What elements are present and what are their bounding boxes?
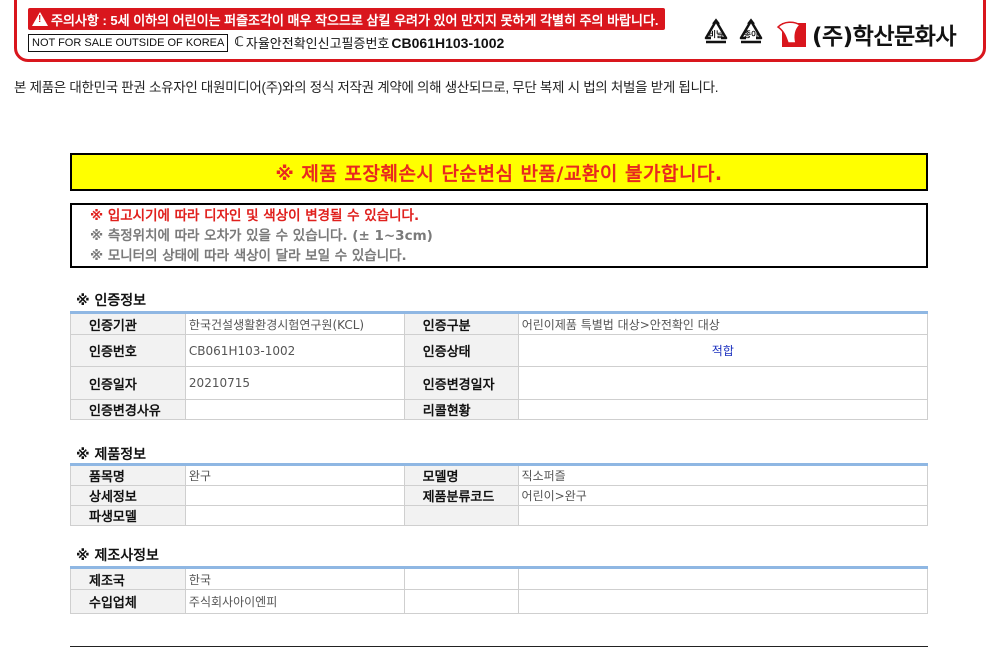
detail-info-key: 상세정보 xyxy=(70,485,186,506)
cert-agency-value: 한국건설생활환경시험연구원(KCL) xyxy=(184,312,405,335)
empty-cell xyxy=(517,567,929,590)
cert-number-value: CB061H103-1002 xyxy=(184,334,405,367)
table-row: 상세정보 제품분류코드 어린이>완구 xyxy=(70,485,929,506)
model-name-value: 직소퍼즐 xyxy=(517,464,929,486)
table-row: 제조국 한국 xyxy=(70,567,929,590)
cert-number-label: 자율안전확인신고필증번호 xyxy=(245,36,390,51)
return-policy-notice: ※ 제품 포장훼손시 단순변심 반품/교환이 불가합니다. xyxy=(70,153,928,191)
empty-cell xyxy=(517,589,929,614)
cert-number-key: 인증번호 xyxy=(70,334,186,367)
certification-table: 인증기관 한국건설생활환경시험연구원(KCL) 인증구분 어린이제품 특별법 대… xyxy=(70,311,929,420)
country-value: 한국 xyxy=(184,567,405,590)
warning-icon xyxy=(32,12,48,26)
model-name-key: 모델명 xyxy=(403,464,519,486)
table-row: 인증변경사유 리콜현황 xyxy=(70,399,929,420)
notice-line: ※ 입고시기에 따라 디자인 및 색상이 변경될 수 있습니다. xyxy=(90,208,420,224)
cert-status-value: 적합 xyxy=(517,334,929,367)
cert-status-key: 인증상태 xyxy=(403,334,519,367)
empty-cell xyxy=(403,589,519,614)
country-key: 제조국 xyxy=(70,567,186,590)
empty-key xyxy=(403,505,519,526)
empty-cell xyxy=(403,567,519,590)
recall-status-value xyxy=(517,399,929,420)
cert-change-reason-value xyxy=(184,399,405,420)
cert-number-code: CB061H103-1002 xyxy=(391,34,505,51)
brand-logo: (주)학산문화사 xyxy=(776,17,956,51)
derived-model-value xyxy=(184,505,405,526)
item-name-value: 완구 xyxy=(184,464,405,486)
recycle-icon: 종이 xyxy=(735,18,767,50)
table-row: 인증기관 한국건설생활환경시험연구원(KCL) 인증구분 어린이제품 특별법 대… xyxy=(70,312,929,335)
not-for-sale-label: NOT FOR SALE OUTSIDE OF KOREA xyxy=(28,33,229,52)
table-row: 파생모델 xyxy=(70,505,929,526)
detail-info-value xyxy=(184,485,405,506)
manufacturer-table: 제조국 한국 수입업체 주식회사아이엔피 xyxy=(70,566,929,614)
importer-value: 주식회사아이엔피 xyxy=(184,589,405,614)
derived-model-key: 파생모델 xyxy=(70,505,186,526)
item-name-key: 품목명 xyxy=(70,464,186,486)
safety-warning-text: 주의사항 : 5세 이하의 어린이는 퍼즐조각이 매우 작으므로 삼킬 우려가 … xyxy=(51,12,659,28)
cert-type-value: 어린이제품 특별법 대상>안전확인 대상 xyxy=(517,312,929,335)
cert-change-reason-key: 인증변경사유 xyxy=(70,399,186,420)
cert-type-key: 인증구분 xyxy=(403,312,519,335)
recycle-icon: 비닐 xyxy=(700,18,732,50)
cert-date-key: 인증일자 xyxy=(70,366,186,400)
product-notice-list: ※ 입고시기에 따라 디자인 및 색상이 변경될 수 있습니다. ※ 측정위치에… xyxy=(70,203,928,268)
empty-value xyxy=(517,505,929,526)
recycle-marks: 비닐 종이 (주)학산문화사 xyxy=(700,17,956,51)
table-row: 인증번호 CB061H103-1002 인증상태 적합 xyxy=(70,334,929,367)
recycle-label-paper: 종이 xyxy=(743,30,759,39)
cert-agency-key: 인증기관 xyxy=(70,312,186,335)
kc-mark-icon: ℂ xyxy=(234,35,244,50)
recycle-label-vinyl: 비닐 xyxy=(708,30,724,39)
importer-key: 수입업체 xyxy=(70,589,186,614)
manufacturer-section-title: ※ 제조사정보 xyxy=(76,548,159,564)
table-row: 품목명 완구 모델명 직소퍼즐 xyxy=(70,464,929,486)
category-code-value: 어린이>완구 xyxy=(517,485,929,506)
category-code-key: 제품분류코드 xyxy=(403,485,519,506)
brand-logo-icon xyxy=(776,21,806,47)
copyright-notice: 본 제품은 대한민국 판권 소유자인 대원미디어(주)와의 정식 저작권 계약에… xyxy=(14,80,719,95)
product-table: 품목명 완구 모델명 직소퍼즐 상세정보 제품분류코드 어린이>완구 파생모델 xyxy=(70,463,929,526)
product-section-title: ※ 제품정보 xyxy=(76,447,147,463)
cert-date-value: 20210715 xyxy=(184,366,405,400)
recall-status-key: 리콜현황 xyxy=(403,399,519,420)
cert-change-date-value xyxy=(517,366,929,400)
notice-line: ※ 측정위치에 따라 오차가 있을 수 있습니다. (± 1~3cm) xyxy=(90,228,433,244)
cert-change-date-key: 인증변경일자 xyxy=(403,366,519,400)
certification-line: NOT FOR SALE OUTSIDE OF KOREA ℂ 자율안전확인신고… xyxy=(28,33,504,52)
notice-line: ※ 모니터의 상태에 따라 색상이 달라 보일 수 있습니다. xyxy=(90,248,407,264)
table-row: 수입업체 주식회사아이엔피 xyxy=(70,589,929,614)
brand-name: (주)학산문화사 xyxy=(812,24,956,50)
certification-section-title: ※ 인증정보 xyxy=(76,293,147,309)
safety-warning-bar: 주의사항 : 5세 이하의 어린이는 퍼즐조각이 매우 작으므로 삼킬 우려가 … xyxy=(28,8,665,30)
return-policy-text: ※ 제품 포장훼손시 단순변심 반품/교환이 불가합니다. xyxy=(275,162,723,185)
table-row: 인증일자 20210715 인증변경일자 xyxy=(70,366,929,400)
